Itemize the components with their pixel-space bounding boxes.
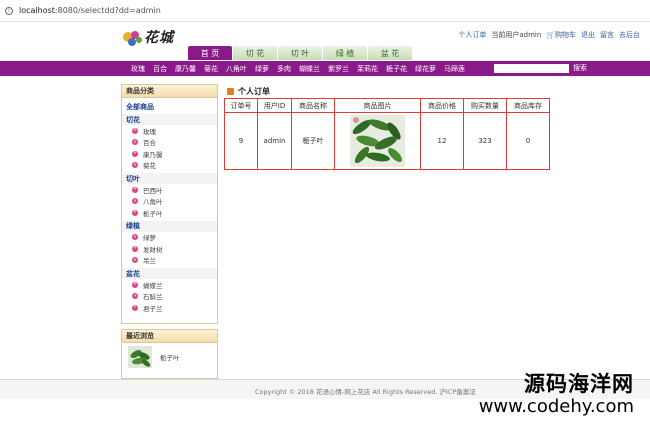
sidebar-all-products[interactable]: 全部商品: [122, 98, 217, 112]
watermark-line2: www.codehy.com: [478, 396, 634, 417]
column-header: 商品图片: [334, 98, 421, 113]
order-id-cell: 9: [224, 112, 258, 170]
sidebar-item[interactable]: » 发财树: [122, 243, 217, 255]
column-header: 商品价格: [420, 98, 464, 113]
bullet-icon: »: [132, 245, 138, 252]
product-thumbnail[interactable]: [128, 346, 152, 368]
bullet-icon: »: [132, 281, 138, 288]
sidebar-item[interactable]: » 巴西叶: [122, 184, 217, 196]
quantity-cell: 323: [463, 112, 507, 170]
table-header-row: 订单号 用户ID 商品名称 商品图片 商品价格 购买数量 商品库存: [224, 98, 550, 113]
sidebar-item[interactable]: » 栀子叶: [122, 207, 217, 219]
sidebar-item[interactable]: » 康乃馨: [122, 148, 217, 160]
category-link[interactable]: 绿萝: [255, 64, 269, 74]
bullet-icon: »: [132, 138, 138, 146]
category-link[interactable]: 八角叶: [226, 64, 247, 74]
sidebar-item[interactable]: » 吊兰: [122, 255, 217, 267]
sidebar-item[interactable]: » 八角叶: [122, 196, 217, 208]
cart-icon: 🛒: [546, 31, 555, 39]
bullet-icon: »: [132, 197, 138, 205]
tab-cut-flowers[interactable]: 切 花: [233, 46, 277, 60]
tab-cut-leaves[interactable]: 切 叶: [278, 46, 322, 60]
column-header: 商品库存: [506, 98, 550, 113]
cart-link[interactable]: 🛒购物车: [546, 30, 576, 40]
sidebar-item[interactable]: » 百合: [122, 137, 217, 149]
sidebar-group-cut-flowers[interactable]: 切花: [122, 114, 217, 125]
category-link[interactable]: 栀子花: [386, 64, 407, 74]
bullet-icon: »: [132, 186, 138, 193]
column-header: 购买数量: [463, 98, 507, 113]
info-icon[interactable]: i: [5, 6, 13, 15]
recent-item[interactable]: 栀子叶: [122, 343, 217, 368]
section-icon: [227, 88, 234, 95]
tab-potted-flowers[interactable]: 盆 花: [368, 46, 412, 60]
category-link[interactable]: 百合: [153, 64, 167, 74]
category-sidebar: 商品分类 全部商品 切花 » 玫瑰 » 百合 » 康乃馨 » 菊花 切叶 » 巴西叶 » 八…: [121, 84, 218, 324]
column-header: 订单号: [224, 98, 258, 113]
sidebar-item[interactable]: » 菊花: [122, 160, 217, 172]
category-link[interactable]: 玫瑰: [131, 64, 145, 74]
search-input[interactable]: [494, 64, 569, 73]
order-table: 订单号 用户ID 商品名称 商品图片 商品价格 购买数量 商品库存 9 admi…: [224, 98, 550, 170]
column-header: 商品名称: [291, 98, 335, 113]
logout-link[interactable]: 退出: [581, 30, 595, 40]
url-text[interactable]: localhost:8080/selectdd?dd=admin: [19, 6, 161, 15]
bullet-icon: »: [132, 127, 138, 134]
category-link[interactable]: 多肉: [277, 64, 291, 74]
tab-home[interactable]: 首 页: [188, 46, 232, 60]
watermark: 源码海洋网 www.codehy.com: [479, 368, 634, 417]
sidebar-item[interactable]: » 绿萝: [122, 232, 217, 244]
sidebar-group-cut-leaves[interactable]: 切叶: [122, 173, 217, 184]
category-link[interactable]: 马蹄莲: [444, 64, 465, 74]
column-header: 用户ID: [257, 98, 292, 113]
category-link[interactable]: 绿花萝: [415, 64, 436, 74]
sidebar-title: 商品分类: [122, 85, 217, 98]
top-links: 个人订单 当前用户admin 🛒购物车 退出 留言 去后台: [458, 30, 640, 40]
bullet-icon: »: [132, 256, 138, 264]
stock-cell: 0: [506, 112, 550, 170]
sidebar-group-potted-flowers[interactable]: 盆花: [122, 268, 217, 279]
recently-viewed: 最近浏览 栀子叶: [121, 329, 218, 379]
sidebar-item[interactable]: » 君子兰: [122, 302, 217, 314]
user-id-cell: admin: [257, 112, 292, 170]
message-link[interactable]: 留言: [600, 30, 614, 40]
bullet-icon: »: [132, 161, 138, 169]
category-links: 玫瑰 百合 康乃馨 菊花 八角叶 绿萝 多肉 蝴蝶兰 紫罗兰 茉莉花 栀子花 绿…: [131, 64, 465, 74]
category-link[interactable]: 菊花: [204, 64, 218, 74]
sidebar-item[interactable]: » 石斛兰: [122, 291, 217, 303]
main-nav: 首 页 切 花 切 叶 绿 植 盆 花: [188, 46, 413, 60]
category-bar: 玫瑰 百合 康乃馨 菊花 八角叶 绿萝 多肉 蝴蝶兰 紫罗兰 茉莉花 栀子花 绿…: [0, 61, 650, 76]
product-image: [350, 115, 405, 167]
current-user-label: 当前用户admin: [491, 31, 542, 39]
category-link[interactable]: 茉莉花: [357, 64, 378, 74]
bullet-icon: »: [132, 304, 138, 311]
admin-link[interactable]: 去后台: [619, 30, 640, 40]
logo-text: 花城: [144, 30, 174, 46]
bullet-icon: »: [132, 150, 138, 157]
sidebar-group-green-plants[interactable]: 绿植: [122, 220, 217, 232]
product-image-cell: [334, 112, 421, 170]
recent-item-name[interactable]: 栀子叶: [160, 352, 180, 362]
bullet-icon: »: [132, 209, 138, 216]
category-link[interactable]: 紫罗兰: [328, 64, 349, 74]
footer-copyright: Copyright © 2018 花语心情-网上花店 All Rights Re…: [255, 388, 476, 396]
orders-link[interactable]: 个人订单: [458, 30, 486, 40]
category-link[interactable]: 康乃馨: [175, 64, 196, 74]
product-name-cell: 栀子叶: [291, 112, 335, 170]
sidebar-item[interactable]: » 蝴蝶兰: [122, 279, 217, 291]
search-button[interactable]: 搜索: [573, 63, 587, 73]
table-row: 9 admin 栀子叶 12 323 0: [224, 112, 550, 170]
bullet-icon: »: [132, 292, 138, 300]
price-cell: 12: [420, 112, 464, 170]
category-link[interactable]: 蝴蝶兰: [299, 64, 320, 74]
recent-title: 最近浏览: [122, 330, 217, 343]
bullet-icon: »: [132, 233, 138, 241]
watermark-line1: 源码海洋网: [524, 372, 634, 396]
tab-green-plants[interactable]: 绿 植: [323, 46, 367, 60]
page-title: 个人订单: [227, 86, 270, 97]
sidebar-item[interactable]: » 玫瑰: [122, 125, 217, 137]
browser-address-bar[interactable]: i localhost:8080/selectdd?dd=admin: [0, 0, 650, 22]
